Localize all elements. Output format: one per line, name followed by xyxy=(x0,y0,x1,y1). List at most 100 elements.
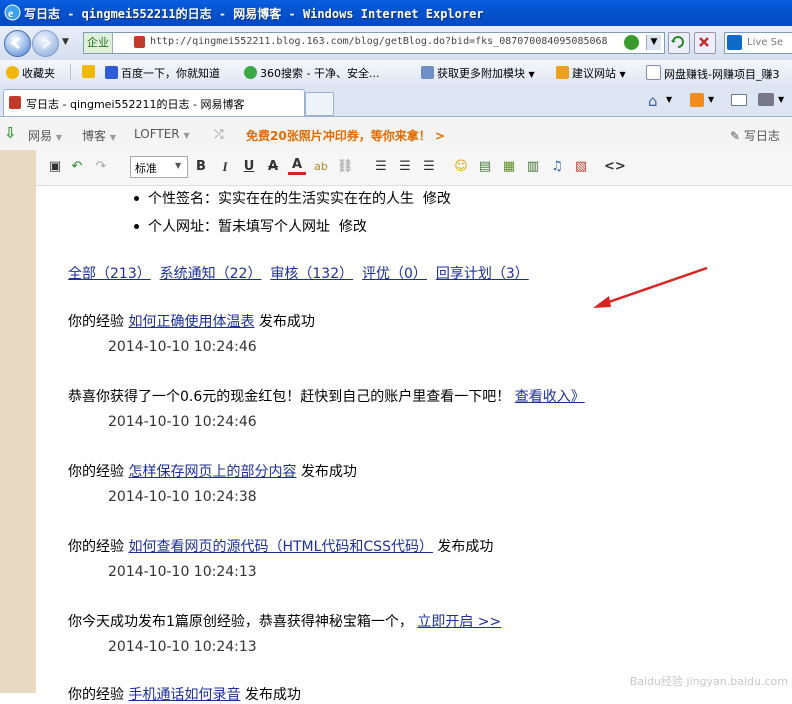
link-icon[interactable]: ⛓ xyxy=(336,158,354,176)
add-favorite-button[interactable] xyxy=(82,65,98,79)
source-code-button[interactable]: <> xyxy=(604,158,626,176)
align-right-icon[interactable]: ☰ xyxy=(420,158,438,176)
chevron-down-icon[interactable]: ▼ xyxy=(708,95,714,104)
notice-link[interactable]: 如何查看网页的源代码（HTML代码和CSS代码） xyxy=(128,539,433,555)
zone-selector[interactable]: 企业 xyxy=(84,33,113,53)
security-icon[interactable] xyxy=(624,35,639,50)
fav-baidu[interactable]: 百度一下，你就知道 xyxy=(105,65,220,81)
back-button[interactable] xyxy=(4,30,31,57)
music-icon[interactable]: ♫ xyxy=(548,158,566,176)
filter-rating[interactable]: 评优（0） xyxy=(362,266,427,282)
underline-button[interactable]: U xyxy=(240,158,258,176)
promo-link[interactable]: 免费20张照片冲印券，等你来拿！ > xyxy=(246,127,445,144)
menu-lofter-label: LOFTER xyxy=(134,127,180,141)
editor-toolbar: ▣ ↶ ↷ 标准 ▼ B I U A A ab ⛓ ☰ ☰ ☰ ☺ ▤ ▦ ▥ … xyxy=(36,150,792,186)
notice-link[interactable]: 手机通话如何录音 xyxy=(128,687,240,703)
chevron-down-icon: ▼ xyxy=(55,133,62,142)
netease-topbar: ⇩ 网易 ▼ 博客 ▼ LOFTER ▼ ⤮ 免费20张照片冲印券，等你来拿！ … xyxy=(0,117,792,151)
strikethrough-button[interactable]: A xyxy=(264,158,282,176)
home-icon[interactable]: ⌂ xyxy=(648,92,658,110)
chevron-down-icon: ▼ xyxy=(109,133,116,142)
shuffle-icon[interactable]: ⤮ xyxy=(214,127,224,142)
fav-addons[interactable]: 获取更多附加模块 ▼ xyxy=(421,65,535,81)
notice-suffix: 发布成功 xyxy=(244,687,301,703)
menu-blog[interactable]: 博客 ▼ xyxy=(82,127,116,144)
arrow-left-icon xyxy=(10,36,20,50)
view-income-link[interactable]: 查看收入》 xyxy=(515,389,585,405)
notice-prefix: 你今天成功发布1篇原创经验，恭喜获得神秘宝箱一个， xyxy=(68,614,413,630)
ie-logo-icon: e xyxy=(4,4,21,21)
mail-icon[interactable] xyxy=(731,94,747,106)
align-center-icon[interactable]: ☰ xyxy=(396,158,414,176)
chevron-down-icon[interactable]: ▼ xyxy=(778,95,784,104)
notice-prefix: 你的经验 xyxy=(68,539,124,555)
history-dropdown-icon[interactable]: ▼ xyxy=(62,37,69,47)
download-arrow-icon[interactable]: ⇩ xyxy=(4,124,17,142)
tab-label: 写日志 - qingmei552211的日志 - 网易博客 xyxy=(26,98,245,111)
fav-netdisk[interactable]: 网盘赚钱-网赚项目_赚3 xyxy=(646,65,792,82)
forward-button[interactable] xyxy=(32,30,59,57)
font-color-button[interactable]: A xyxy=(288,158,306,175)
notice-row: 你今天成功发布1篇原创经验，恭喜获得神秘宝箱一个， 立即开启 >> xyxy=(68,611,501,631)
open-chest-link[interactable]: 立即开启 >> xyxy=(417,614,501,630)
notice-suffix: 发布成功 xyxy=(300,464,357,480)
menu-lofter[interactable]: LOFTER ▼ xyxy=(134,127,190,141)
filter-review[interactable]: 审核（132） xyxy=(270,266,353,282)
new-tab-button[interactable] xyxy=(305,92,334,116)
fav-baidu-label: 百度一下，你就知道 xyxy=(121,67,220,80)
address-field[interactable]: 企业 http://qingmei552211.blog.163.com/blo… xyxy=(83,32,665,54)
live-search-icon xyxy=(727,35,742,50)
menu-netease[interactable]: 网易 ▼ xyxy=(28,127,62,144)
chevron-down-icon[interactable]: ▼ xyxy=(666,95,672,104)
annotation-arrow-icon xyxy=(593,266,708,308)
chevron-down-icon: ▼ xyxy=(183,131,190,140)
filter-all[interactable]: 全部（213） xyxy=(68,266,151,282)
write-blog-button[interactable]: ✎ 写日志 xyxy=(730,127,780,144)
filter-share-plan[interactable]: 回享计划（3） xyxy=(436,266,529,282)
profile-url: 个人网址：暂未填写个人网址 修改 xyxy=(148,216,367,236)
url-text[interactable]: http://qingmei552211.blog.163.com/blog/g… xyxy=(150,36,640,47)
print-icon[interactable] xyxy=(758,93,774,106)
filter-system[interactable]: 系统通知（22） xyxy=(160,266,262,282)
emoticon-icon[interactable]: ☺ xyxy=(452,158,470,176)
tab-active[interactable]: 写日志 - qingmei552211的日志 - 网易博客 xyxy=(3,89,305,116)
format-select[interactable]: 标准 ▼ xyxy=(130,156,188,178)
highlight-icon[interactable]: ab xyxy=(312,158,330,176)
notice-prefix: 恭喜你获得了一个0.6元的现金红包！赶快到自己的账户里查看一下吧！ xyxy=(68,389,511,405)
fav-suggested[interactable]: 建议网站 ▼ xyxy=(556,65,626,81)
search-input[interactable]: Live Se xyxy=(724,32,792,54)
notice-suffix: 发布成功 xyxy=(258,314,315,330)
album-icon[interactable]: ▦ xyxy=(500,158,518,176)
favorites-bar: 收藏夹 百度一下，你就知道 360搜索 - 干净、安全... 获取更多附加模块 … xyxy=(0,60,792,85)
notice-row: 你的经验 如何正确使用体温表 发布成功 xyxy=(68,311,315,331)
notice-link[interactable]: 怎样保存网页上的部分内容 xyxy=(128,464,296,480)
save-icon[interactable]: ▣ xyxy=(46,158,64,176)
window-titlebar[interactable]: e 写日志 - qingmei552211的日志 - 网易博客 - Window… xyxy=(0,0,792,26)
rss-feed-icon[interactable] xyxy=(690,93,704,107)
favorites-button[interactable]: 收藏夹 xyxy=(6,65,55,81)
video-icon[interactable]: ▥ xyxy=(524,158,542,176)
edit-icon: ✎ xyxy=(730,129,741,143)
italic-button[interactable]: I xyxy=(216,158,234,176)
edit-url-link[interactable]: 修改 xyxy=(339,219,367,235)
notification-filters: 全部（213） 系统通知（22） 审核（132） 评优（0） 回享计划（3） xyxy=(68,263,529,283)
undo-icon[interactable]: ↶ xyxy=(68,158,86,176)
attachment-icon[interactable]: ▧ xyxy=(572,158,590,176)
image-icon[interactable]: ▤ xyxy=(476,158,494,176)
profile-url-text: 个人网址：暂未填写个人网址 xyxy=(148,219,330,235)
notice-row: 恭喜你获得了一个0.6元的现金红包！赶快到自己的账户里查看一下吧！ 查看收入》 xyxy=(68,386,585,406)
bullet-icon xyxy=(134,224,139,229)
bold-button[interactable]: B xyxy=(192,158,210,176)
refresh-button[interactable] xyxy=(668,32,690,54)
fav-360[interactable]: 360搜索 - 干净、安全... xyxy=(244,65,379,81)
notice-time: 2014-10-10 10:24:46 xyxy=(108,414,257,430)
edit-signature-link[interactable]: 修改 xyxy=(423,191,451,207)
chevron-right-icon: > xyxy=(434,129,445,143)
notice-prefix: 你的经验 xyxy=(68,464,124,480)
align-left-icon[interactable]: ☰ xyxy=(372,158,390,176)
stop-button[interactable] xyxy=(694,32,716,54)
redo-icon[interactable]: ↷ xyxy=(92,158,110,176)
notice-time: 2014-10-10 10:24:13 xyxy=(108,564,257,580)
address-dropdown-icon[interactable]: ▼ xyxy=(646,35,661,50)
notice-link[interactable]: 如何正确使用体温表 xyxy=(128,314,254,330)
